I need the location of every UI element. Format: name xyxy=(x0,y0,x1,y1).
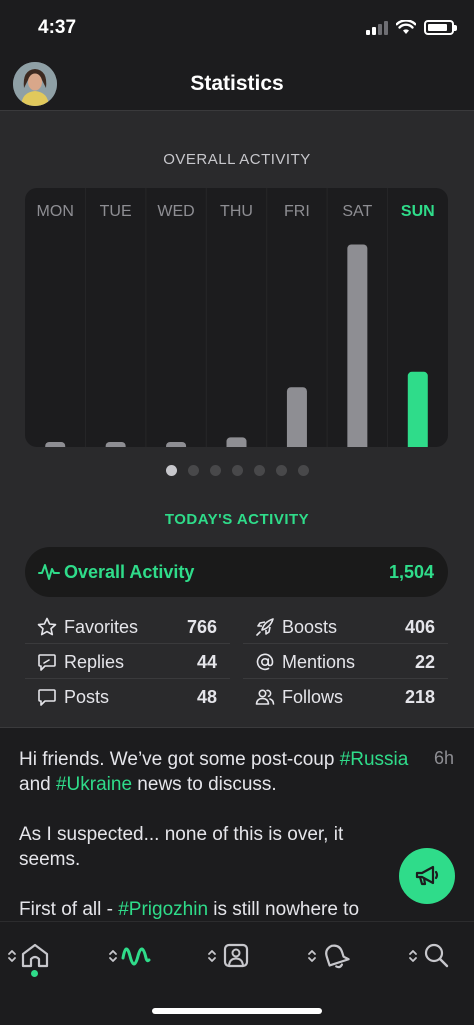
stat-replies[interactable]: Replies 44 xyxy=(25,644,230,679)
reply-icon xyxy=(38,654,56,671)
status-bar: 4:37 xyxy=(0,0,474,56)
tab-activity[interactable] xyxy=(107,932,167,982)
post-text: is still nowhere to xyxy=(208,899,360,920)
stat-value: 218 xyxy=(404,687,435,707)
hashtag-link[interactable]: #Prigozhin xyxy=(118,899,208,920)
compose-button[interactable] xyxy=(399,848,455,904)
stat-boosts[interactable]: Boosts 406 xyxy=(243,609,448,644)
active-tab-indicator xyxy=(31,970,38,977)
post-text: Hi friends. We’ve got some post-coup xyxy=(19,749,340,770)
wifi-icon xyxy=(396,20,416,34)
tab-search[interactable] xyxy=(407,932,467,982)
bell-icon xyxy=(308,944,350,969)
profile-icon xyxy=(208,943,249,968)
stat-label: Follows xyxy=(282,687,344,707)
status-time: 4:37 xyxy=(38,17,77,38)
people-icon xyxy=(255,689,275,705)
stat-label: Mentions xyxy=(282,652,356,672)
chart-bar-fri xyxy=(286,387,307,447)
post-text: First of all - xyxy=(19,899,119,920)
post-paragraph: Hi friends. We’ve got some post-coup #Ru… xyxy=(19,747,409,797)
post-paragraph: As I suspected... none of this is over, … xyxy=(19,824,344,870)
chart-bar-sun xyxy=(407,371,428,447)
home-indicator[interactable] xyxy=(152,1008,322,1014)
megaphone-icon xyxy=(415,865,439,886)
post-preview[interactable]: 6h Hi friends. We’ve got some post-coup … xyxy=(0,728,474,921)
stat-favorites[interactable]: Favorites 766 xyxy=(25,609,230,644)
chart-bar-sat xyxy=(347,244,368,447)
star-icon xyxy=(37,617,57,636)
chart-bar-wed xyxy=(166,442,187,447)
page-dot[interactable] xyxy=(209,465,221,476)
hashtag-link[interactable]: #Russia xyxy=(340,749,409,770)
overall-activity-title: OVERALL ACTIVITY xyxy=(163,151,311,168)
page-dot[interactable] xyxy=(165,465,177,476)
battery-icon xyxy=(424,20,457,35)
post-content: Hi friends. We’ve got some post-coup #Ru… xyxy=(19,747,409,921)
page-indicator[interactable] xyxy=(0,465,474,476)
page-dot[interactable] xyxy=(253,465,265,476)
page-title: Statistics xyxy=(190,72,284,95)
chart-day-label: SUN xyxy=(401,203,435,220)
tab-profile[interactable] xyxy=(206,932,266,982)
hashtag-link[interactable]: #Ukraine xyxy=(56,774,132,795)
chart-bar-tue xyxy=(105,442,126,447)
stat-value: 766 xyxy=(186,617,217,637)
chart-day-label: MON xyxy=(37,203,74,220)
speech-bubble-icon xyxy=(38,689,56,706)
tab-notifications[interactable] xyxy=(306,932,366,982)
stat-value: 48 xyxy=(196,687,217,707)
at-icon xyxy=(256,653,274,671)
post-timestamp: 6h xyxy=(433,748,454,768)
activity-icon xyxy=(38,564,60,580)
stat-mentions[interactable]: Mentions 22 xyxy=(243,644,448,679)
post-text: news to discuss. xyxy=(132,774,277,795)
activity-icon xyxy=(109,947,151,966)
post-paragraph: First of all - #Prigozhin is still nowhe… xyxy=(19,897,409,921)
overall-activity-value: 1,504 xyxy=(388,562,434,582)
page-dot[interactable] xyxy=(231,465,243,476)
chart-bar-mon xyxy=(45,442,66,447)
search-icon xyxy=(409,943,449,968)
stat-label: Boosts xyxy=(282,617,338,637)
chart-day-label: TUE xyxy=(100,203,132,220)
todays-activity-title: TODAY'S ACTIVITY xyxy=(164,511,310,528)
stat-follows[interactable]: Follows 218 xyxy=(243,679,448,714)
stat-label: Favorites xyxy=(64,617,139,637)
status-icons xyxy=(366,20,457,35)
header: Statistics xyxy=(0,56,474,111)
overall-activity-label: Overall Activity xyxy=(64,562,195,582)
page-dot[interactable] xyxy=(297,465,309,476)
page-dot[interactable] xyxy=(187,465,199,476)
cellular-signal-icon xyxy=(366,20,388,35)
post-text: and xyxy=(19,774,56,795)
chart-bar-thu xyxy=(226,437,247,447)
activity-chart-svg: MON TUE WED THU FRI SAT SUN xyxy=(37,188,435,447)
stat-value: 22 xyxy=(414,652,435,672)
page-dot[interactable] xyxy=(275,465,287,476)
overall-activity-row[interactable]: Overall Activity 1,504 xyxy=(25,547,448,597)
chart-day-label: FRI xyxy=(284,203,310,220)
rocket-icon xyxy=(256,618,274,636)
activity-chart[interactable]: MON TUE WED THU FRI SAT SUN xyxy=(25,188,448,447)
stat-value: 44 xyxy=(196,652,217,672)
chart-day-label: WED xyxy=(157,203,194,220)
stat-posts[interactable]: Posts 48 xyxy=(25,679,230,714)
stat-value: 406 xyxy=(404,617,435,637)
chart-day-label: THU xyxy=(220,203,253,220)
stat-label: Replies xyxy=(64,652,125,672)
chart-day-label: SAT xyxy=(342,203,372,220)
stat-label: Posts xyxy=(64,687,110,707)
